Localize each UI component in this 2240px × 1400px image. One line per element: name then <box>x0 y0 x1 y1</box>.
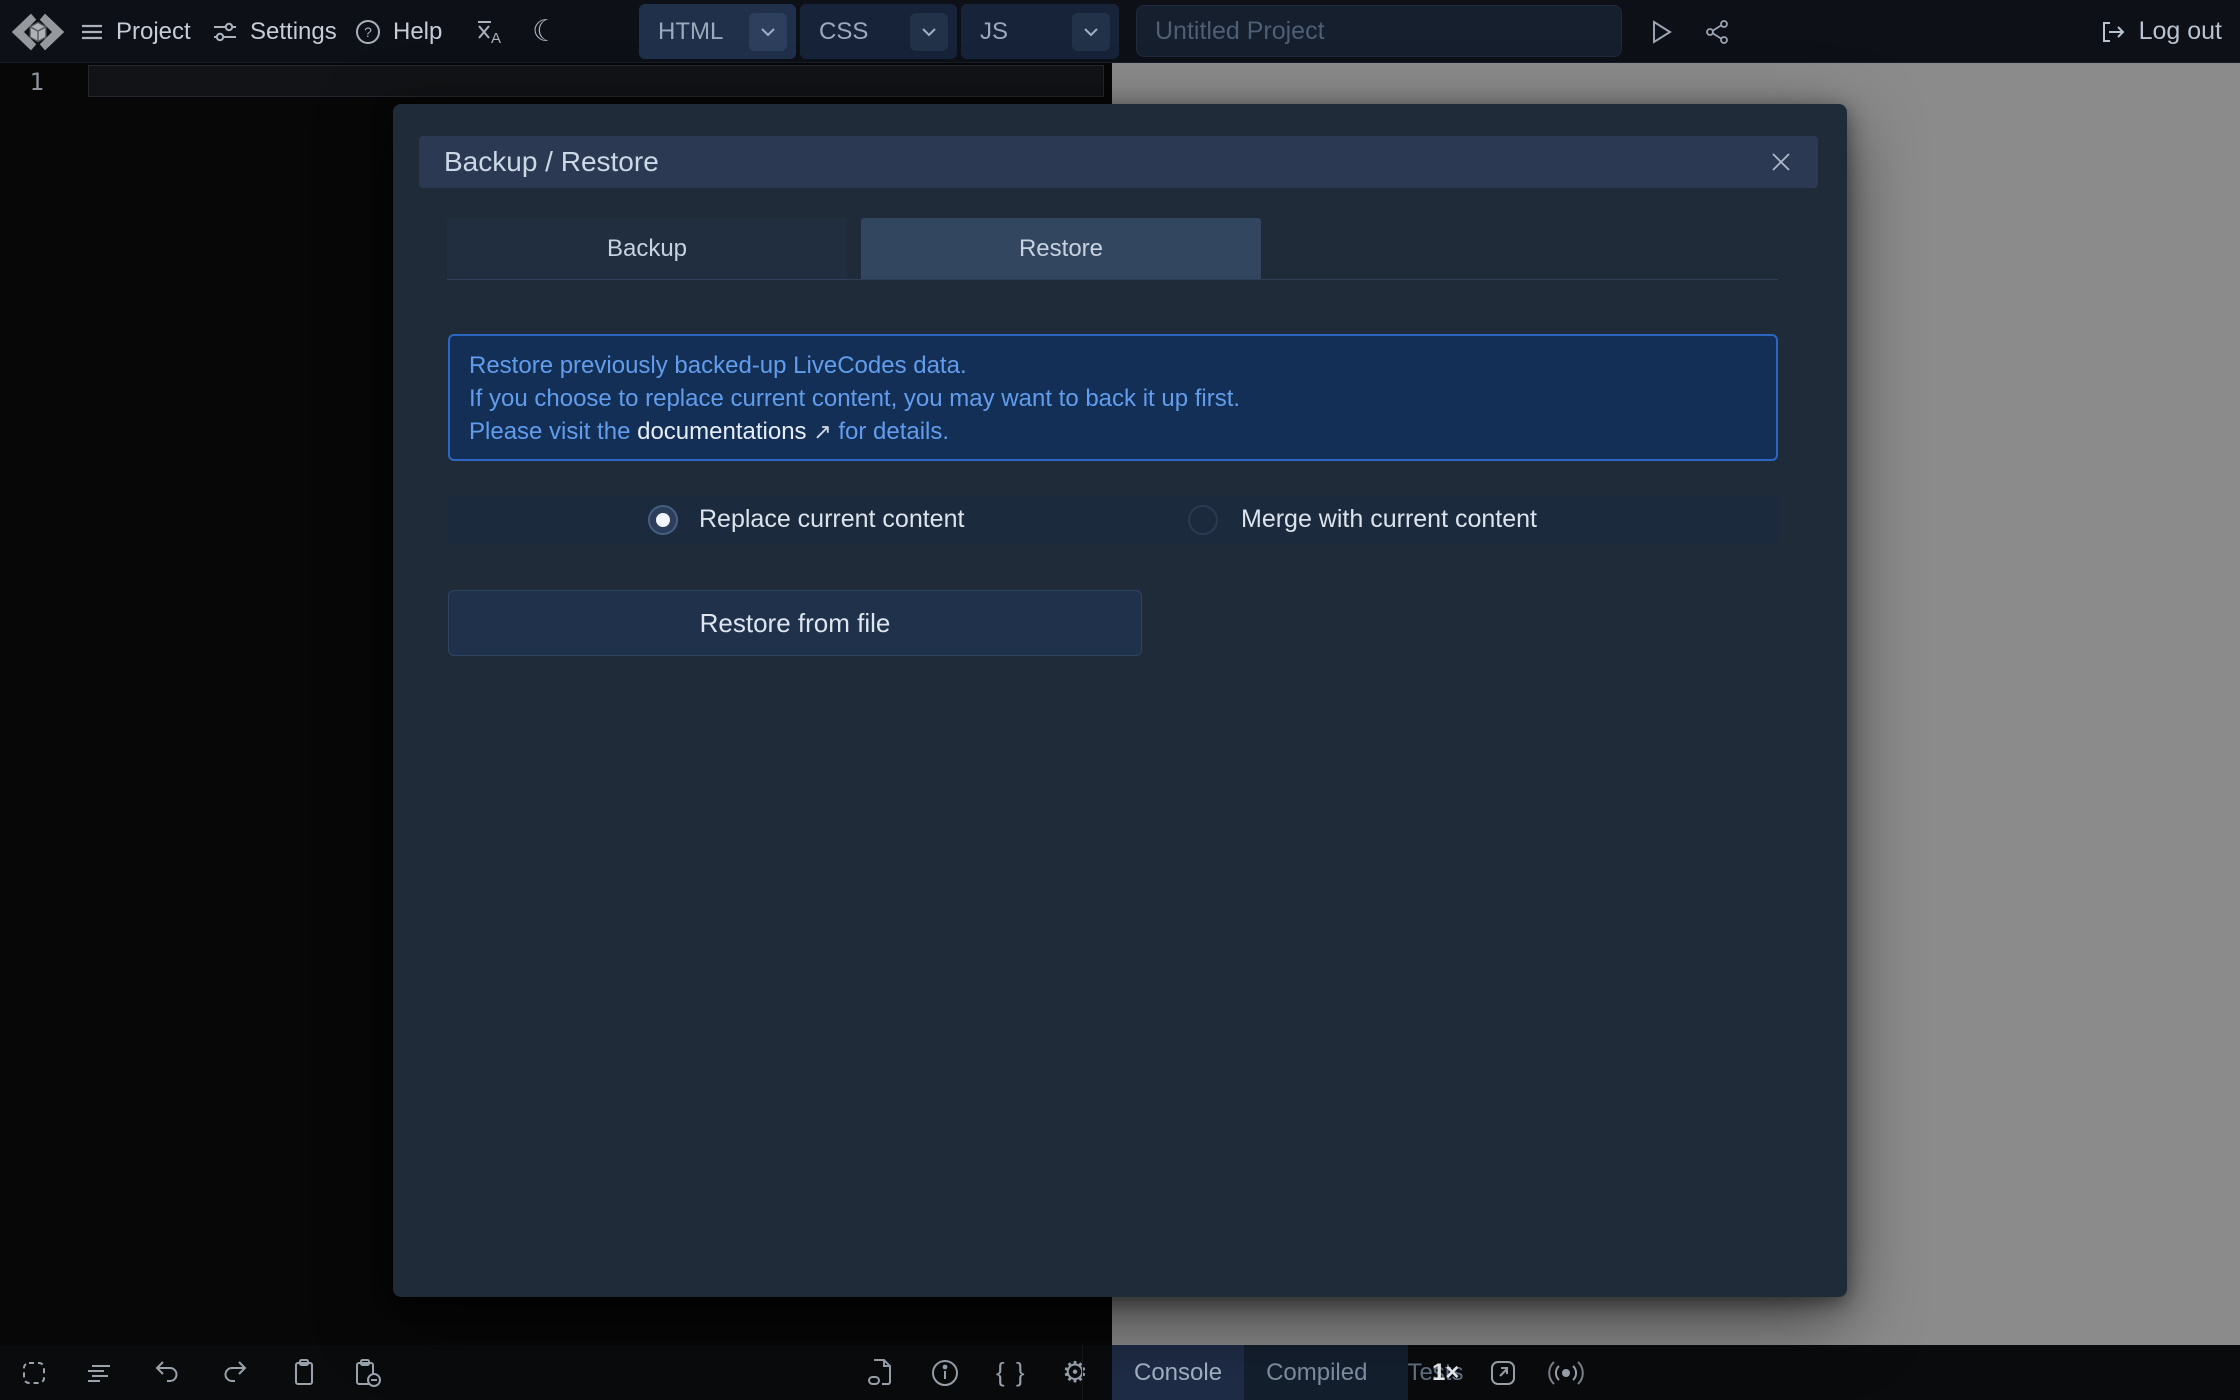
restore-from-file-button[interactable]: Restore from file <box>448 590 1142 656</box>
open-in-new-window-icon[interactable] <box>1488 1345 1518 1400</box>
close-icon[interactable] <box>1769 150 1793 174</box>
statusbar-divider <box>1082 1345 1083 1400</box>
info-line-2: If you choose to replace current content… <box>469 382 1757 415</box>
external-link-arrow-icon[interactable]: ↗ <box>813 419 831 444</box>
merge-content-radio[interactable]: Merge with current content <box>1188 496 1537 543</box>
modal-title: Backup / Restore <box>444 146 659 178</box>
js-editor-select[interactable]: JS <box>961 4 1119 59</box>
logout-label: Log out <box>2139 17 2222 46</box>
broadcast-icon[interactable] <box>1548 1345 1584 1400</box>
translate-icon[interactable]: A <box>474 0 504 63</box>
svg-text:A: A <box>491 30 501 47</box>
project-menu-label: Project <box>116 18 191 46</box>
external-resources-icon[interactable] <box>866 1345 896 1400</box>
status-bar: { } ⚙ Console Compiled Tests 1× <box>0 1345 2240 1400</box>
copy-icon[interactable] <box>290 1345 318 1400</box>
info-line-3-prefix: Please visit the <box>469 418 637 445</box>
tab-backup[interactable]: Backup <box>447 218 847 279</box>
logout-button[interactable]: Log out <box>2099 0 2222 63</box>
settings-menu-label: Settings <box>250 18 337 46</box>
info-line-3-suffix: for details. <box>832 418 949 445</box>
share-icon[interactable] <box>1704 0 1730 63</box>
zoom-level-button[interactable]: 1× <box>1432 1345 1459 1400</box>
help-icon: ? <box>354 18 382 46</box>
chevron-down-icon[interactable] <box>910 13 948 51</box>
info-line-1: Restore previously backed-up LiveCodes d… <box>469 349 1757 382</box>
select-all-icon[interactable] <box>20 1345 48 1400</box>
replace-content-radio[interactable]: Replace current content <box>648 496 964 543</box>
modal-header: Backup / Restore <box>419 136 1818 188</box>
livecodes-logo-icon[interactable] <box>10 7 66 57</box>
editor-line-number: 1 <box>14 68 44 96</box>
backup-restore-modal: Backup / Restore Backup Restore Restore … <box>393 104 1847 1297</box>
settings-menu[interactable]: Settings <box>211 0 337 63</box>
project-title-input[interactable] <box>1136 5 1622 57</box>
results-tabs: Console Compiled Tests <box>1112 1345 1408 1400</box>
redo-icon[interactable] <box>220 1345 250 1400</box>
help-menu-label: Help <box>393 18 442 46</box>
tab-compiled[interactable]: Compiled <box>1244 1345 1389 1400</box>
dark-mode-icon[interactable]: ☾ <box>532 0 559 63</box>
paste-icon[interactable] <box>352 1345 382 1400</box>
css-editor-select-value: CSS <box>819 18 868 46</box>
editor-current-line[interactable] <box>88 65 1104 97</box>
replace-content-label: Replace current content <box>699 505 964 534</box>
radio-unchecked-icon[interactable] <box>1188 505 1218 535</box>
format-code-icon[interactable] <box>84 1345 114 1400</box>
chevron-down-icon[interactable] <box>749 13 787 51</box>
css-editor-select[interactable]: CSS <box>800 4 957 59</box>
editor-settings-icon[interactable]: { } <box>996 1345 1027 1400</box>
info-line-3: Please visit the documentations ↗ for de… <box>469 415 1757 448</box>
gear-icon[interactable]: ⚙ <box>1062 1345 1088 1400</box>
tabs-underline <box>447 279 1778 280</box>
logout-icon <box>2099 18 2127 46</box>
undo-icon[interactable] <box>152 1345 182 1400</box>
help-menu[interactable]: ? Help <box>354 0 442 63</box>
restore-info-box: Restore previously backed-up LiveCodes d… <box>448 334 1778 461</box>
app-toolbar: Project Settings ? Help A ☾ HTML CSS JS … <box>0 0 2240 63</box>
project-menu[interactable]: Project <box>79 0 191 63</box>
hamburger-icon <box>79 19 105 45</box>
sliders-icon <box>211 18 239 46</box>
tab-restore[interactable]: Restore <box>861 218 1261 279</box>
radio-checked-icon[interactable] <box>648 505 678 535</box>
html-editor-select-value: HTML <box>658 18 723 46</box>
info-icon[interactable] <box>930 1345 960 1400</box>
js-editor-select-value: JS <box>980 18 1008 46</box>
chevron-down-icon[interactable] <box>1072 13 1110 51</box>
run-icon[interactable] <box>1648 0 1674 63</box>
html-editor-select[interactable]: HTML <box>639 4 796 59</box>
svg-text:?: ? <box>364 24 372 40</box>
tab-console[interactable]: Console <box>1112 1345 1244 1400</box>
merge-content-label: Merge with current content <box>1241 505 1537 534</box>
documentations-link[interactable]: documentations <box>637 418 806 445</box>
restore-mode-options: Replace current content Merge with curre… <box>448 496 1778 543</box>
